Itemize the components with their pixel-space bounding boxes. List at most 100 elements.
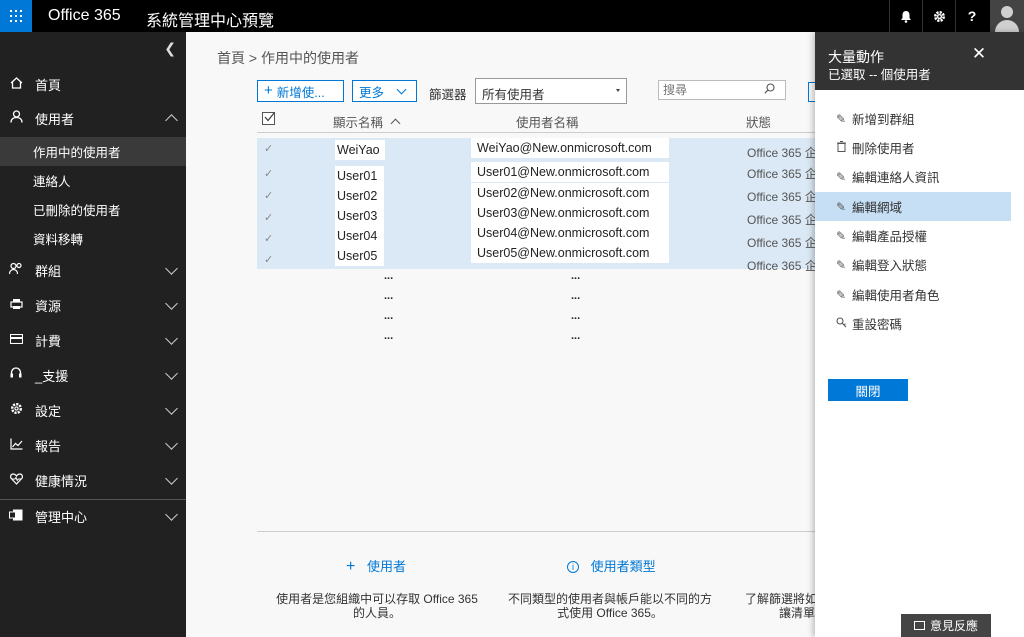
breadcrumb[interactable]: 首頁 > 作用中的使用者 xyxy=(217,48,359,68)
avatar[interactable] xyxy=(990,0,1024,32)
action-reset-password[interactable]: 重設密碼 xyxy=(815,309,1011,338)
row-checkbox[interactable]: ✓ xyxy=(264,144,275,155)
sidebar-item-label: 設定 xyxy=(35,403,62,419)
chevron-left-icon[interactable]: ❮ xyxy=(164,40,176,57)
pencil-icon: ✎ xyxy=(835,199,847,214)
sidebar: ❮ 首頁 使用者 作用中的使用者 連絡人 已刪除的使用者 資料移轉 群組 資源 xyxy=(0,32,186,637)
sidebar-item-label: 群組 xyxy=(35,263,62,279)
action-edit-contact-info[interactable]: ✎ 編輯連絡人資訊 xyxy=(815,162,1011,191)
sidebar-item-groups[interactable]: 群組 xyxy=(0,254,186,286)
status-cell: Office 365 企 xyxy=(747,236,817,250)
search-icon[interactable] xyxy=(764,83,775,94)
sidebar-item-billing[interactable]: 計費 xyxy=(0,324,186,356)
upn-cell: User05@New.onmicrosoft.com xyxy=(471,243,669,263)
sidebar-item-label: 健康情況 xyxy=(35,473,88,489)
action-edit-user-roles[interactable]: ✎ 編輯使用者角色 xyxy=(815,280,1011,309)
close-button[interactable]: 關閉 xyxy=(828,379,908,401)
ellipsis: ... xyxy=(571,290,581,302)
sidebar-item-home[interactable]: 首頁 xyxy=(0,68,186,100)
plus-icon: + xyxy=(264,82,273,99)
sidebar-item-health[interactable]: 健康情況 xyxy=(0,464,186,496)
action-edit-sign-in-status[interactable]: ✎ 編輯登入狀態 xyxy=(815,250,1011,279)
dropdown-arrow-icon xyxy=(616,89,620,92)
sidebar-item-label: 管理中心 xyxy=(35,509,88,525)
headset-icon xyxy=(9,367,23,383)
sidebar-item-users[interactable]: 使用者 xyxy=(0,102,186,134)
pencil-icon: ✎ xyxy=(835,228,847,243)
sidebar-item-resources[interactable]: 資源 xyxy=(0,289,186,321)
settings-button[interactable] xyxy=(922,0,955,32)
sidebar-item-label: _支援 xyxy=(35,368,69,384)
home-icon xyxy=(9,76,23,92)
upn-cell: User04@New.onmicrosoft.com xyxy=(471,223,669,243)
chevron-down-icon xyxy=(165,297,178,310)
chevron-down-icon xyxy=(165,332,178,345)
sidebar-subitem-deleted-users[interactable]: 已刪除的使用者 xyxy=(0,195,186,224)
panel-header: 大量動作 已選取 -- 個使用者 ✕ xyxy=(815,32,1024,90)
user-types-info-link[interactable]: i 使用者類型 xyxy=(567,556,656,575)
status-cell: Office 365 企 xyxy=(747,190,817,204)
app-launcher-button[interactable] xyxy=(0,0,32,32)
column-header-upn[interactable]: 使用者名稱 xyxy=(516,112,579,131)
sidebar-item-settings[interactable]: 設定 xyxy=(0,394,186,426)
help-icon: ? xyxy=(967,8,977,24)
users-info-description: 使用者是您組織中可以存取 Office 365 的人員。 xyxy=(276,592,478,620)
comment-icon xyxy=(913,621,925,630)
display-name-cell[interactable]: User04 xyxy=(335,226,384,246)
add-user-button[interactable]: + 新增使... xyxy=(257,80,344,102)
sidebar-item-reports[interactable]: 報告 xyxy=(0,429,186,461)
pencil-icon: ✎ xyxy=(835,169,847,184)
display-name-cell[interactable]: WeiYao xyxy=(335,140,385,160)
row-checkbox[interactable]: ✓ xyxy=(264,213,275,224)
action-edit-domain[interactable]: ✎ 編輯網域 xyxy=(815,192,1011,221)
select-all-checkbox[interactable] xyxy=(262,112,276,125)
sidebar-item-support[interactable]: _支援 xyxy=(0,359,186,391)
brand-name[interactable]: Office 365 xyxy=(48,7,121,25)
row-checkbox[interactable]: ✓ xyxy=(264,234,275,245)
plus-icon: + xyxy=(346,558,356,575)
table-row[interactable]: ✓ WeiYao WeiYao@New.onmicrosoft.com Offi… xyxy=(257,138,817,163)
row-checkbox[interactable]: ✓ xyxy=(264,255,275,266)
chevron-down-icon xyxy=(165,262,178,275)
column-header-display-name[interactable]: 顯示名稱 xyxy=(333,112,400,131)
display-name-cell[interactable]: User05 xyxy=(335,246,384,266)
sidebar-subitem-active-users[interactable]: 作用中的使用者 xyxy=(0,137,186,166)
row-checkbox[interactable]: ✓ xyxy=(264,191,275,202)
exchange-icon xyxy=(9,509,23,524)
sidebar-item-label: 資源 xyxy=(35,298,62,314)
filter-select[interactable]: 所有使用者 xyxy=(475,78,627,104)
heart-icon xyxy=(9,472,23,488)
users-info-link[interactable]: + 使用者 xyxy=(346,556,406,576)
chevron-down-icon xyxy=(165,508,178,521)
display-name-cell[interactable]: User01 xyxy=(335,166,384,186)
column-header-status[interactable]: 狀態 xyxy=(746,112,771,131)
action-add-to-group[interactable]: ✎ 新增到群組 xyxy=(815,104,1011,133)
chevron-down-icon xyxy=(396,84,407,94)
display-name-cell[interactable]: User03 xyxy=(335,206,384,226)
row-checkbox[interactable]: ✓ xyxy=(264,169,275,180)
sort-ascending-icon xyxy=(390,118,400,129)
status-cell: Office 365 企 xyxy=(747,146,817,160)
help-button[interactable]: ? xyxy=(955,0,988,32)
upn-cell: User01@New.onmicrosoft.com xyxy=(471,162,669,182)
sidebar-subitem-data-migration[interactable]: 資料移轉 xyxy=(0,224,186,253)
sidebar-item-admin-centers[interactable]: 管理中心 xyxy=(0,500,186,532)
action-edit-product-licenses[interactable]: ✎ 編輯產品授權 xyxy=(815,221,1011,250)
sidebar-item-label: 使用者 xyxy=(35,111,75,127)
filter-label: 篩選器 xyxy=(429,88,467,102)
notification-button[interactable] xyxy=(889,0,922,32)
upn-cell: User03@New.onmicrosoft.com xyxy=(471,203,669,223)
close-icon[interactable]: ✕ xyxy=(971,45,987,62)
bulk-actions-panel: 大量動作 已選取 -- 個使用者 ✕ ✎ 新增到群組 刪除使用者 ✎ 編輯連絡人… xyxy=(815,32,1024,637)
ellipsis: ... xyxy=(384,330,394,342)
sidebar-subitem-contacts[interactable]: 連絡人 xyxy=(0,166,186,195)
display-name-cell[interactable]: User02 xyxy=(335,186,384,206)
more-button[interactable]: 更多 xyxy=(352,80,417,102)
feedback-button[interactable]: 意見反應 xyxy=(901,614,991,637)
filter-info-description: 了解篩選將如 讓清單 xyxy=(745,592,815,620)
user-icon xyxy=(9,110,23,126)
upn-cell: User02@New.onmicrosoft.com xyxy=(471,183,669,203)
action-delete-user[interactable]: 刪除使用者 xyxy=(815,133,1011,162)
status-cell: Office 365 企 xyxy=(747,213,817,227)
info-icon: i xyxy=(567,561,579,573)
